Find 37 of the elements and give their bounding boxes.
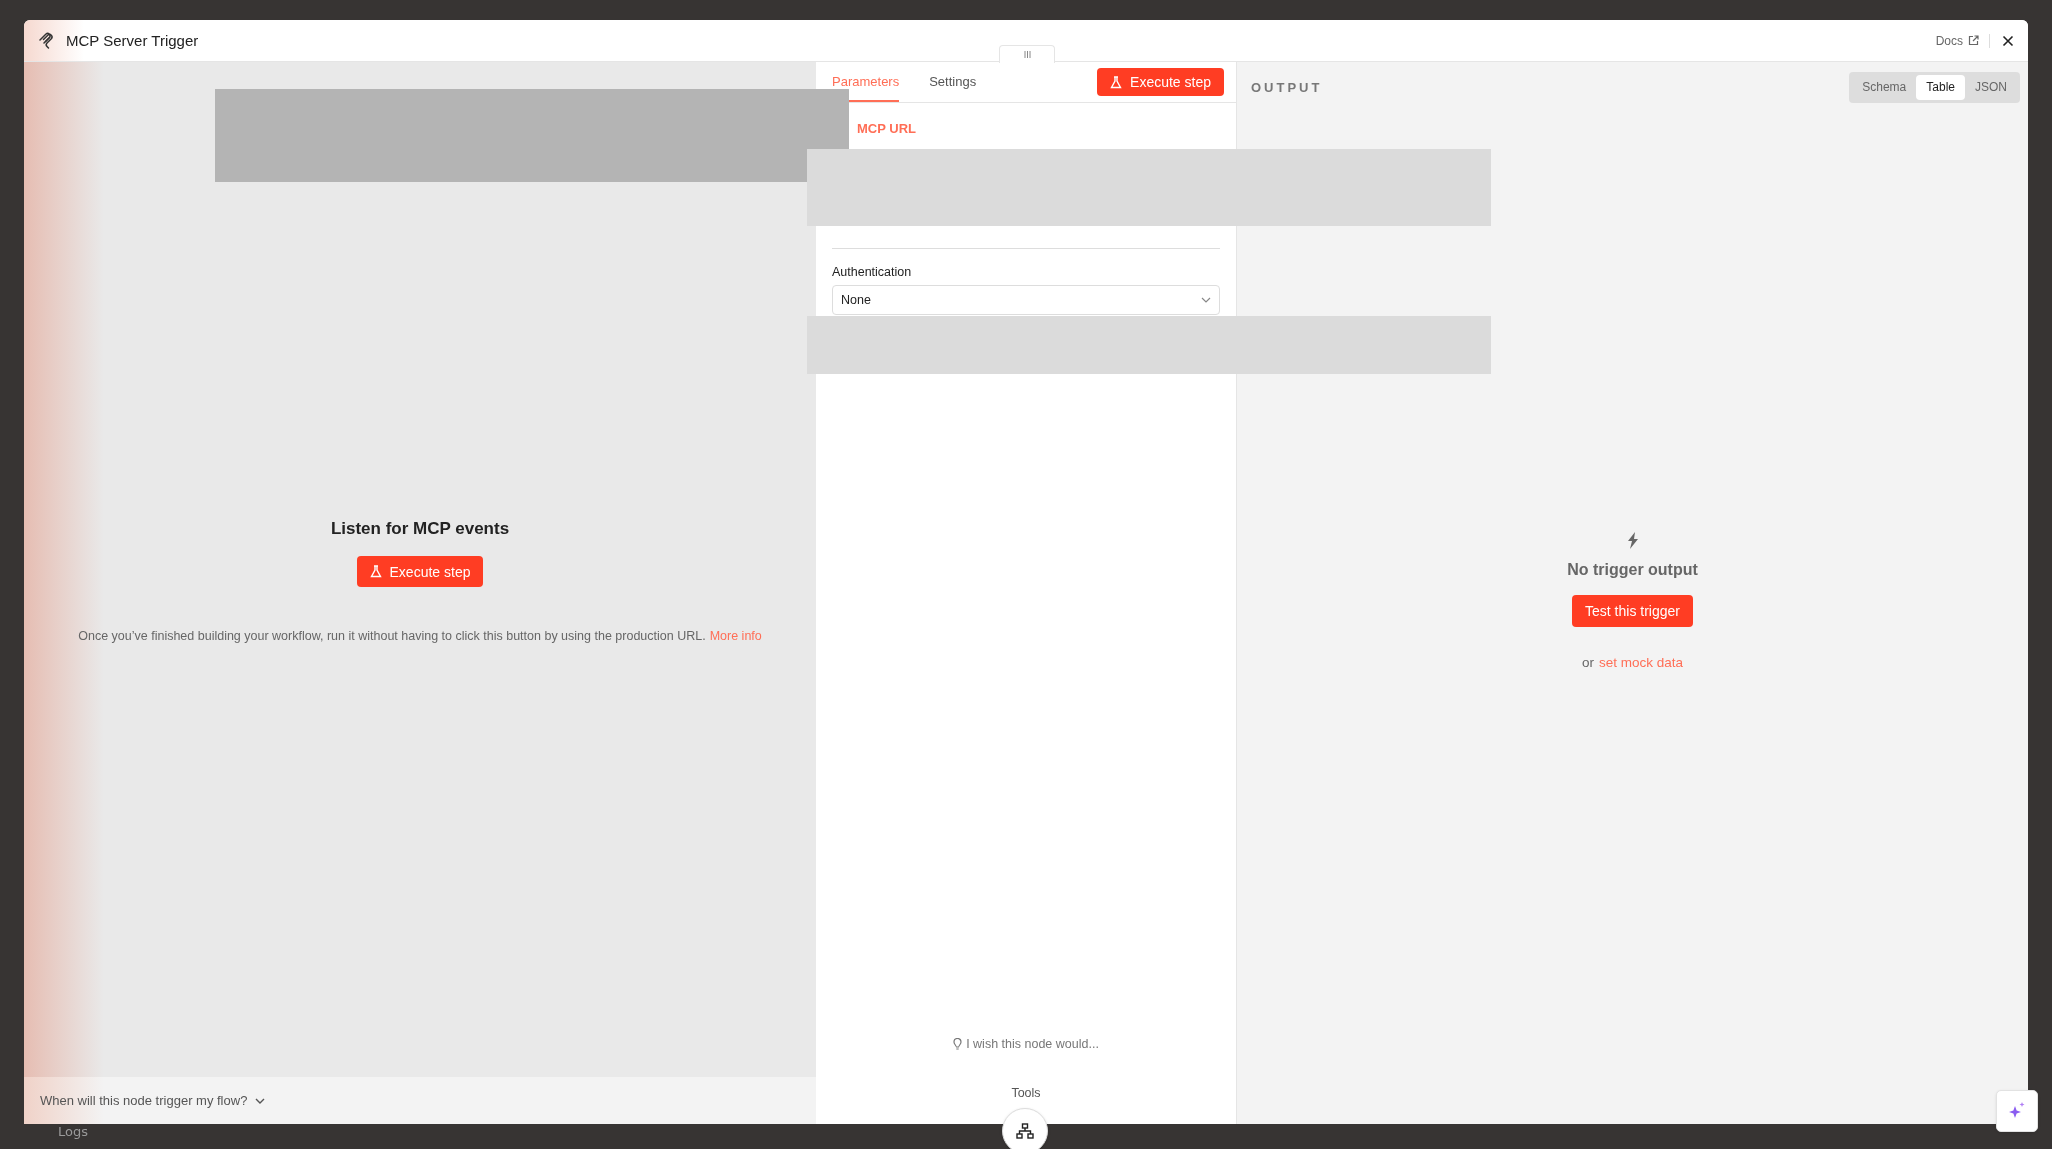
help-text: Once you’ve finished building your workflow, run it without having to click this button by using the production URL. More info	[78, 629, 762, 643]
tools-button[interactable]	[1002, 1108, 1048, 1149]
chevron-down-icon	[1201, 297, 1211, 303]
mock-data-text: or	[1581, 655, 1594, 670]
execute-step-button[interactable]: Execute step	[1097, 68, 1224, 96]
view-mode-tab[interactable]: Schema	[1852, 74, 1917, 100]
more-info-link[interactable]: More info	[709, 629, 762, 643]
empty-state-title: No trigger output	[1567, 561, 1698, 579]
chevron-down-icon	[255, 1097, 266, 1104]
authentication-select[interactable]: None	[832, 285, 1220, 315]
window-title: MCP Server Trigger	[66, 32, 199, 49]
docs-link[interactable]: Docs	[1935, 33, 1990, 48]
panel-title: OUTPUT	[1251, 79, 1323, 95]
mcp-logo-icon	[38, 31, 56, 50]
hierarchy-icon	[1016, 1123, 1034, 1139]
flask-icon	[369, 565, 382, 578]
lightbulb-icon	[953, 1038, 963, 1050]
panel-tab[interactable]: Settings	[929, 62, 977, 102]
external-link-icon	[1968, 35, 1979, 46]
mock-data-link[interactable]: set mock data	[1599, 655, 1684, 670]
grip-icon	[1023, 51, 1031, 58]
field-label: Authentication	[832, 265, 913, 279]
lightning-icon	[1626, 532, 1639, 549]
field-label: MCP URL	[857, 121, 917, 136]
close-icon	[2002, 34, 2014, 47]
view-mode-tab[interactable]: JSON	[1965, 74, 2017, 100]
ai-assistant-button[interactable]	[1996, 1090, 2038, 1132]
tools-label: Tools	[1011, 1086, 1041, 1100]
logs-label[interactable]: Logs	[58, 1124, 88, 1139]
panel-heading: Listen for MCP events	[330, 519, 510, 539]
test-trigger-button[interactable]: Test this trigger	[1572, 595, 1693, 627]
view-mode-tab[interactable]: Table	[1916, 74, 1965, 100]
drag-handle[interactable]	[999, 45, 1055, 63]
trigger-info-toggle[interactable]: When will this node trigger my flow?	[40, 1093, 266, 1108]
execute-step-button[interactable]: Execute step	[356, 556, 484, 587]
feedback-link[interactable]: I wish this node would...	[953, 1037, 1099, 1051]
flask-icon	[1110, 75, 1123, 89]
